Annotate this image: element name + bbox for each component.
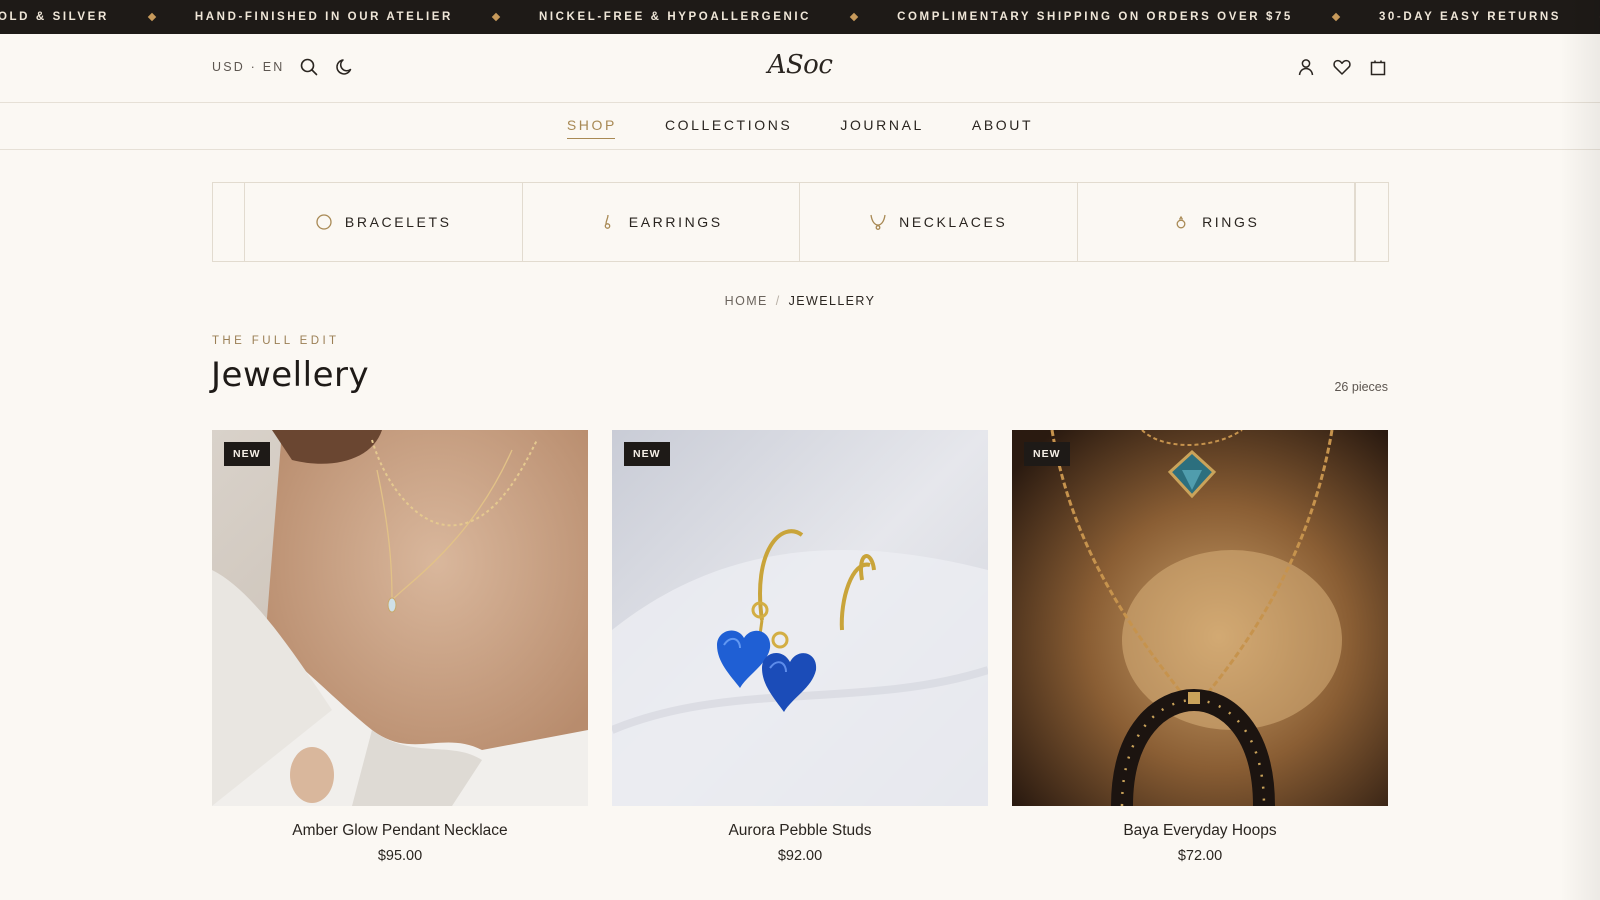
diamond-separator-icon	[1331, 12, 1341, 22]
product-name[interactable]: Aurora Pebble Studs	[612, 822, 988, 840]
product-name[interactable]: Amber Glow Pendant Necklace	[212, 822, 588, 840]
announcement-item: NICKEL-FREE & HYPOALLERGENIC	[538, 11, 812, 23]
category-carousel: BRACELETS EARRINGS NECKLACES RINGS	[212, 182, 1389, 262]
category-label: RINGS	[1202, 214, 1260, 230]
product-price: $72.00	[1177, 848, 1223, 864]
product-photo-necklace-model	[212, 430, 588, 806]
nav-item-about[interactable]: ABOUT	[972, 103, 1033, 150]
wishlist-icon[interactable]	[1332, 57, 1352, 77]
announcement-item: COMPLIMENTARY SHIPPING ON ORDERS OVER $7…	[897, 11, 1293, 23]
necklace-icon	[870, 214, 886, 230]
product-price: $92.00	[777, 848, 823, 864]
new-badge: NEW	[624, 442, 670, 466]
diamond-separator-icon	[147, 12, 157, 22]
product-card[interactable]: NEW Baya Everyday Hoops $72.00	[1012, 430, 1388, 864]
product-card[interactable]: NEW Aurora Pebble Studs $92.00	[612, 430, 988, 864]
category-earrings[interactable]: EARRINGS	[523, 183, 800, 261]
product-name[interactable]: Baya Everyday Hoops	[1012, 822, 1388, 840]
brand-logo[interactable]: ASoc	[0, 50, 1600, 80]
brand-logo-text[interactable]: ASoc	[768, 50, 833, 80]
nav-item-journal[interactable]: JOURNAL	[840, 103, 924, 150]
new-badge: NEW	[224, 442, 270, 466]
account-icon[interactable]	[1296, 57, 1316, 77]
announcement-item: OLD & SILVER	[0, 11, 109, 23]
nav-item-collections[interactable]: COLLECTIONS	[665, 103, 792, 150]
nav-item-shop[interactable]: SHOP	[566, 103, 617, 150]
category-label: NECKLACES	[899, 214, 1008, 230]
announcement-item: 30-DAY EASY RETURNS	[1378, 11, 1562, 23]
breadcrumb-current: JEWELLERY	[788, 294, 876, 308]
category-necklaces[interactable]: NECKLACES	[800, 183, 1078, 261]
site-header: USD · EN ASoc	[0, 34, 1600, 103]
main-nav: SHOP COLLECTIONS JOURNAL ABOUT	[0, 103, 1600, 150]
page-edge-shadow	[1560, 0, 1600, 900]
announcement-item: HAND-FINISHED IN OUR ATELIER	[194, 11, 453, 23]
page-eyebrow: THE FULL EDIT	[212, 335, 340, 347]
product-image[interactable]: NEW	[212, 430, 588, 806]
earring-icon	[604, 214, 611, 229]
announcement-bar: OLD & SILVER HAND-FINISHED IN OUR ATELIE…	[0, 0, 1600, 34]
category-label: BRACELETS	[344, 214, 452, 230]
carousel-prev[interactable]	[213, 183, 245, 261]
product-card[interactable]: NEW Amber Glow Pendant Necklace $95.00	[212, 430, 588, 864]
category-rings[interactable]: RINGS	[1078, 183, 1355, 261]
product-photo-hoop-pendant	[1012, 430, 1388, 806]
page-title: Jewellery	[211, 355, 370, 395]
diamond-separator-icon	[849, 12, 859, 22]
new-badge: NEW	[1024, 442, 1070, 466]
product-image[interactable]: NEW	[1012, 430, 1388, 806]
breadcrumb-home[interactable]: HOME	[725, 294, 768, 308]
breadcrumb-separator: /	[775, 294, 781, 308]
category-bracelets[interactable]: BRACELETS	[245, 183, 523, 261]
category-label: EARRINGS	[628, 214, 723, 230]
product-grid: NEW Amber Glow Pendant Necklace $95.00 N…	[212, 430, 1389, 900]
bag-icon[interactable]	[1368, 57, 1388, 77]
announcement-track: OLD & SILVER HAND-FINISHED IN OUR ATELIE…	[0, 0, 1600, 34]
carousel-next[interactable]	[1355, 183, 1387, 261]
diamond-separator-icon	[491, 12, 501, 22]
product-price: $95.00	[377, 848, 423, 864]
product-photo-heart-earrings	[612, 430, 988, 806]
ring-icon	[1176, 215, 1186, 229]
bracelet-icon	[316, 214, 332, 230]
breadcrumb: HOME / JEWELLERY	[0, 294, 1600, 308]
product-count: 26 pieces	[1334, 380, 1388, 394]
product-image[interactable]: NEW	[612, 430, 988, 806]
